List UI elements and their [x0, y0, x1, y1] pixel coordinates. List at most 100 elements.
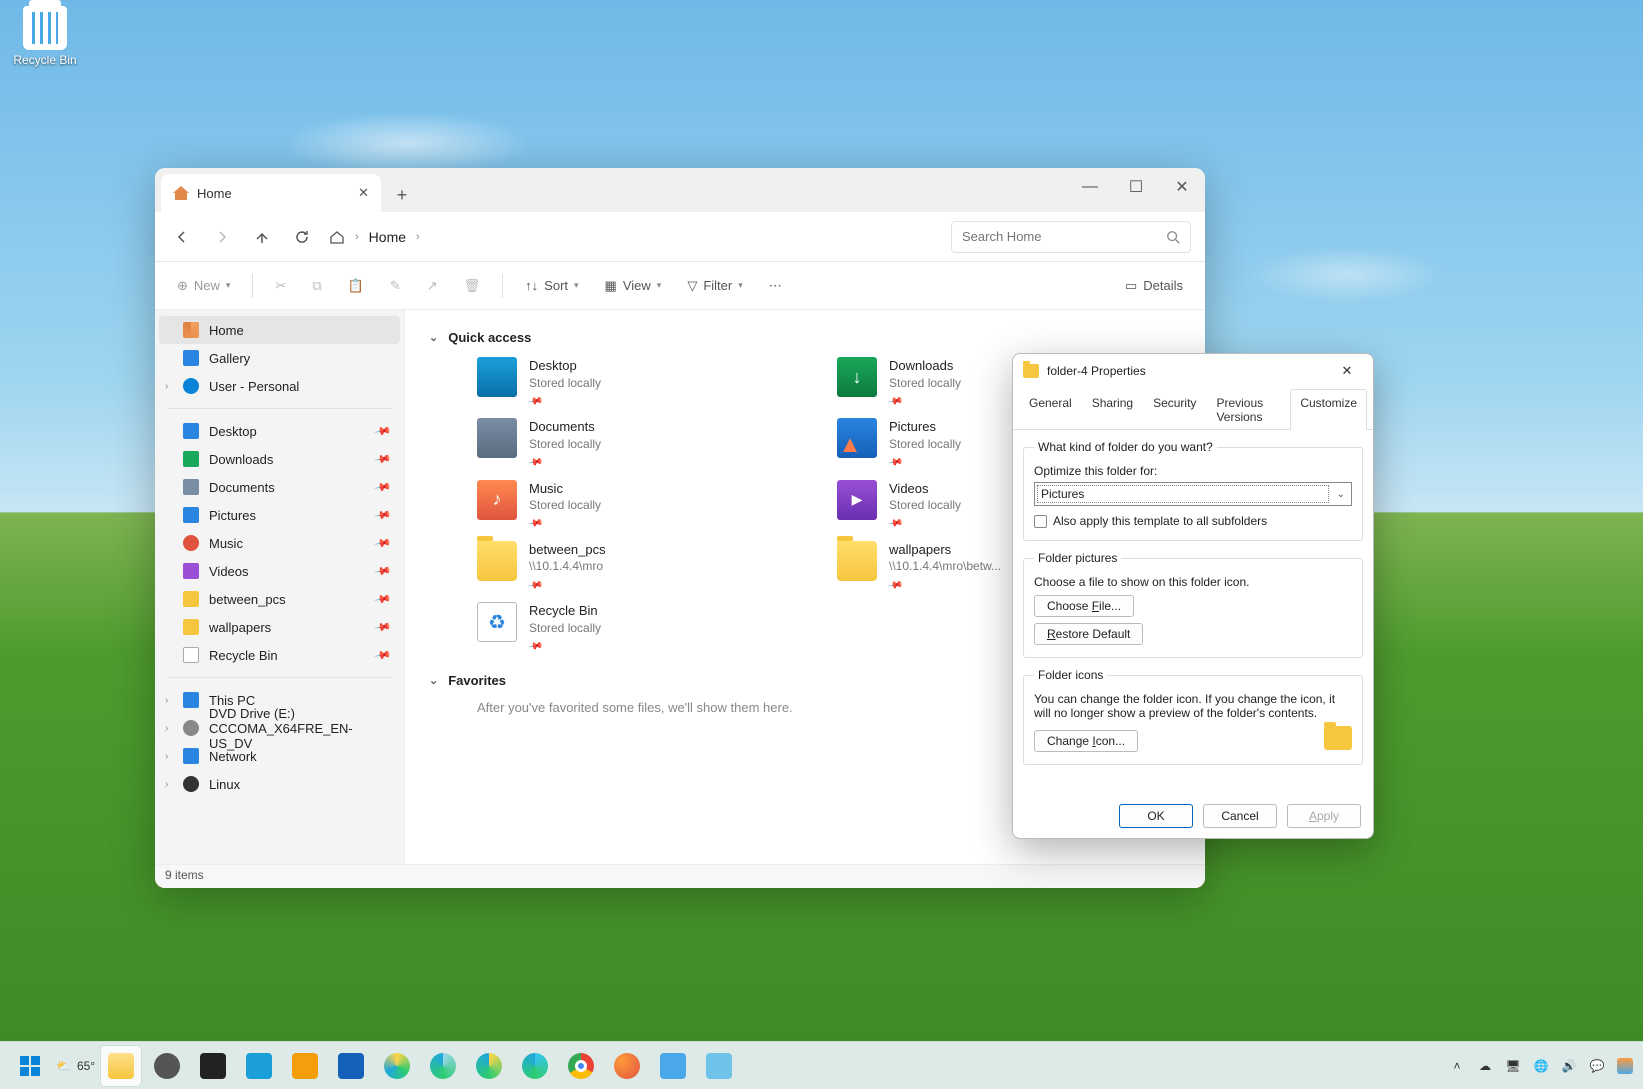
folder-icon-desc: You can change the folder icon. If you c… — [1034, 692, 1352, 720]
dialog-title-bar[interactable]: folder-4 Properties ✕ — [1013, 354, 1373, 388]
tab-general[interactable]: General — [1019, 389, 1082, 430]
sidebar-item-wallpapers[interactable]: wallpapers📌 — [155, 613, 404, 641]
sidebar-item-user-personal[interactable]: ›User - Personal — [155, 372, 404, 400]
sidebar-item-documents[interactable]: Documents📌 — [155, 473, 404, 501]
view-button[interactable]: ▦ View ▾ — [597, 274, 670, 298]
taskbar-edge-beta[interactable] — [423, 1046, 463, 1086]
item-location: Stored locally — [529, 436, 601, 452]
cancel-button[interactable]: Cancel — [1203, 804, 1277, 828]
start-button[interactable] — [10, 1046, 50, 1086]
rename-button[interactable]: ✎ — [382, 274, 409, 298]
taskbar-settings[interactable] — [147, 1046, 187, 1086]
cut-button[interactable]: ✂ — [267, 274, 294, 298]
taskbar-app-5[interactable] — [699, 1046, 739, 1086]
restore-default-button[interactable]: Restore Default — [1034, 623, 1143, 645]
taskbar-app-3[interactable] — [331, 1046, 371, 1086]
quick-access-header[interactable]: ⌄ Quick access — [429, 330, 1181, 345]
optimize-dropdown[interactable]: Pictures ⌄ — [1034, 482, 1352, 506]
breadcrumb[interactable]: › Home › — [329, 229, 420, 245]
taskbar-app-4[interactable] — [653, 1046, 693, 1086]
pin-icon: 📌 — [374, 646, 393, 665]
dialog-close-button[interactable]: ✕ — [1331, 358, 1363, 384]
sidebar-item-downloads[interactable]: Downloads📌 — [155, 445, 404, 473]
breadcrumb-location[interactable]: Home — [369, 229, 406, 245]
item-location: Stored locally — [889, 497, 961, 513]
sidebar-item-between-pcs[interactable]: between_pcs📌 — [155, 585, 404, 613]
sidebar-item-gallery[interactable]: Gallery — [155, 344, 404, 372]
more-button[interactable]: ⋯ — [761, 274, 790, 298]
weather-widget[interactable]: ⛅65° — [56, 1059, 95, 1073]
taskbar-app-1[interactable] — [239, 1046, 279, 1086]
sidebar-item-pictures[interactable]: Pictures📌 — [155, 501, 404, 529]
taskbar-firefox[interactable] — [607, 1046, 647, 1086]
nav-back-button[interactable] — [169, 224, 195, 250]
sidebar-item-desktop[interactable]: Desktop📌 — [155, 417, 404, 445]
sidebar-item-label: Home — [209, 323, 244, 338]
maximize-button[interactable]: ☐ — [1113, 168, 1159, 206]
quick-access-between-pcs[interactable]: between_pcs\\10.1.4.4\mro📌 — [477, 541, 757, 592]
tab-security[interactable]: Security — [1143, 389, 1206, 430]
minimize-button[interactable]: — — [1067, 168, 1113, 206]
sidebar-item-videos[interactable]: Videos📌 — [155, 557, 404, 585]
taskbar-file-explorer[interactable] — [101, 1046, 141, 1086]
sidebar-item-network[interactable]: ›Network — [155, 742, 404, 770]
tray-notifications-icon[interactable]: 💬 — [1589, 1058, 1605, 1074]
quick-access-recycle-bin[interactable]: Recycle BinStored locally📌 — [477, 602, 757, 653]
checkbox[interactable] — [1034, 515, 1047, 528]
taskbar-terminal[interactable] — [193, 1046, 233, 1086]
tray-app-icon[interactable] — [1617, 1058, 1633, 1074]
new-button[interactable]: ⊕ New ▾ — [169, 274, 238, 298]
share-button[interactable]: ↗ — [419, 274, 446, 298]
desktop-recycle-bin[interactable]: Recycle Bin — [6, 6, 84, 67]
nav-forward-button[interactable] — [209, 224, 235, 250]
search-input[interactable] — [962, 229, 1158, 244]
sidebar-item-linux[interactable]: ›Linux — [155, 770, 404, 798]
delete-button[interactable]: 🗑 — [456, 274, 489, 298]
tray-network-icon[interactable]: 🌐 — [1533, 1058, 1549, 1074]
sidebar-item-recycle-bin[interactable]: Recycle Bin📌 — [155, 641, 404, 669]
pin-icon: 📌 — [374, 478, 393, 497]
change-icon-button[interactable]: Change Icon... — [1034, 730, 1138, 752]
sidebar-icon — [183, 591, 199, 607]
nav-up-button[interactable] — [249, 224, 275, 250]
tray-onedrive-icon[interactable]: ☁ — [1477, 1058, 1493, 1074]
choose-file-button[interactable]: Choose File... — [1034, 595, 1134, 617]
close-window-button[interactable]: ✕ — [1159, 168, 1205, 206]
tab-customize[interactable]: Customize — [1290, 389, 1367, 430]
sidebar-item-dvd-drive-e-cccoma-x64fre-en-us-dv[interactable]: ›DVD Drive (E:) CCCOMA_X64FRE_EN-US_DV — [155, 714, 404, 742]
taskbar-chrome[interactable] — [561, 1046, 601, 1086]
sidebar-item-label: wallpapers — [209, 620, 271, 635]
tray-volume-icon[interactable]: 🔊 — [1561, 1058, 1577, 1074]
pin-icon: 📌 — [526, 392, 544, 410]
sidebar-item-label: Downloads — [209, 452, 273, 467]
sidebar-item-home[interactable]: Home — [159, 316, 400, 344]
filter-button[interactable]: ▽ Filter ▾ — [679, 274, 750, 298]
tab-sharing[interactable]: Sharing — [1082, 389, 1143, 430]
explorer-tab-home[interactable]: Home ✕ — [161, 174, 381, 212]
apply-subfolders-row[interactable]: Also apply this template to all subfolde… — [1034, 514, 1352, 528]
copy-button[interactable]: ⧉ — [304, 274, 329, 298]
tab-previous-versions[interactable]: Previous Versions — [1206, 389, 1290, 430]
details-pane-button[interactable]: ▭ Details — [1117, 274, 1191, 298]
sidebar-item-music[interactable]: Music📌 — [155, 529, 404, 557]
tab-close-button[interactable]: ✕ — [358, 185, 369, 201]
new-tab-button[interactable]: + — [385, 178, 419, 212]
taskbar-edge-dev[interactable] — [469, 1046, 509, 1086]
taskbar-edge-canary[interactable] — [377, 1046, 417, 1086]
quick-access-documents[interactable]: DocumentsStored locally📌 — [477, 418, 757, 469]
sort-button[interactable]: ↑↓ Sort ▾ — [517, 274, 586, 297]
tray-devices-icon[interactable]: 🖥 — [1505, 1058, 1521, 1074]
paste-button[interactable]: 📋 — [340, 274, 372, 298]
quick-access-music[interactable]: MusicStored locally📌 — [477, 480, 757, 531]
ok-button[interactable]: OK — [1119, 804, 1193, 828]
taskbar-app-2[interactable] — [285, 1046, 325, 1086]
search-box[interactable] — [951, 221, 1191, 253]
nav-refresh-button[interactable] — [289, 224, 315, 250]
sidebar-icon — [183, 535, 199, 551]
sidebar-item-label: Gallery — [209, 351, 250, 366]
pin-icon: 📌 — [374, 506, 393, 525]
apply-button[interactable]: Apply — [1287, 804, 1361, 828]
tray-chevron-up-icon[interactable]: ˄ — [1449, 1058, 1465, 1074]
quick-access-desktop[interactable]: DesktopStored locally📌 — [477, 357, 757, 408]
taskbar-edge[interactable] — [515, 1046, 555, 1086]
